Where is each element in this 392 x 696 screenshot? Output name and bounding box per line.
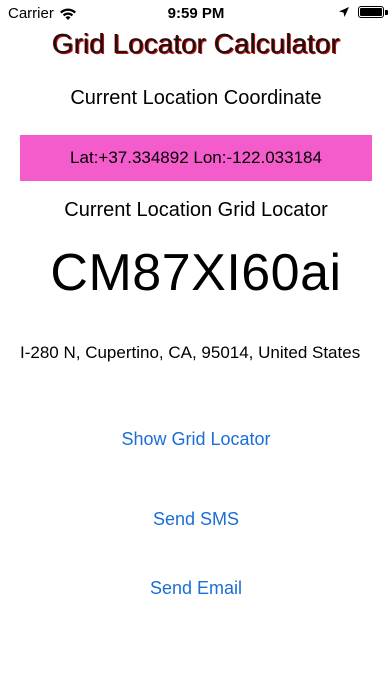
status-bar: Carrier 9:59 PM	[0, 0, 392, 28]
page-title: Grid Locator Calculator	[52, 28, 340, 59]
coordinate-label: Current Location Coordinate	[70, 87, 322, 109]
grid-locator-value: CM87XI60ai	[50, 244, 342, 302]
grid-locator-label: Current Location Grid Locator	[64, 199, 328, 221]
send-sms-button[interactable]: Send SMS	[0, 509, 392, 530]
send-email-button[interactable]: Send Email	[0, 578, 392, 599]
battery-icon	[358, 6, 388, 18]
coordinate-value: Lat:+37.334892 Lon:-122.033184	[70, 148, 322, 167]
address-text: I-280 N, Cupertino, CA, 95014, United St…	[20, 343, 361, 362]
status-right	[338, 6, 388, 18]
status-time: 9:59 PM	[167, 5, 225, 22]
coordinate-display: Lat:+37.334892 Lon:-122.033184	[20, 135, 372, 181]
show-grid-locator-button[interactable]: Show Grid Locator	[0, 429, 392, 450]
location-arrow-icon	[339, 7, 349, 17]
